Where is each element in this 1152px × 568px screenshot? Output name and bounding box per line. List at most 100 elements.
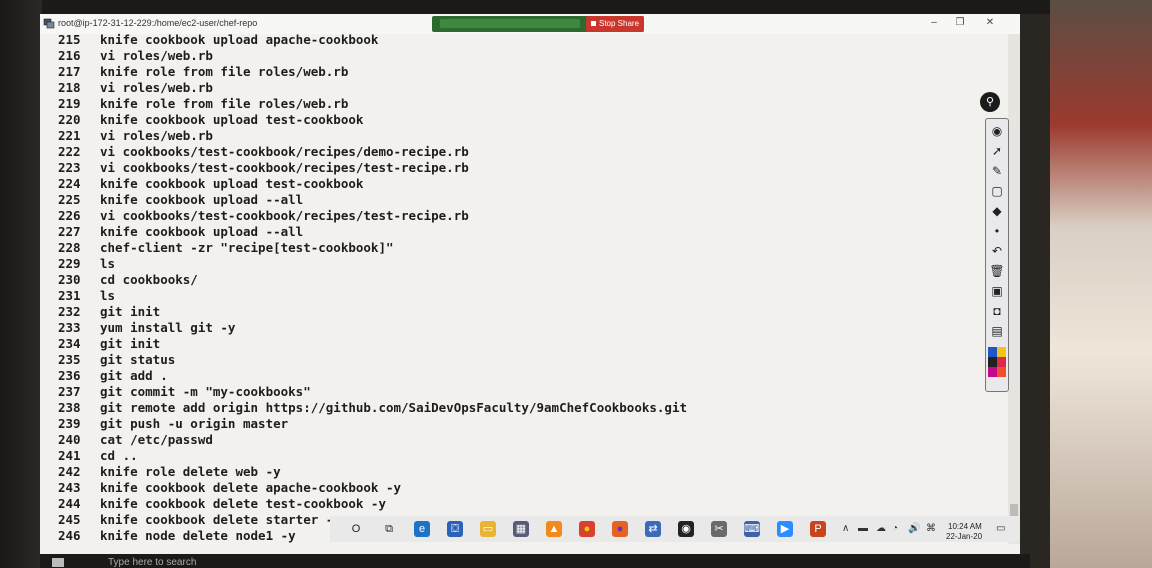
terminal-line: 217 knife role from file roles/web.rb [58,64,348,80]
background-room [1050,0,1152,568]
terminal-line: 246 knife node delete node1 -y [58,528,296,544]
cloud-tray-icon[interactable]: ☁ [876,523,886,534]
color-swatch[interactable] [988,357,997,367]
calculator-icon[interactable]: ▦ [513,521,529,537]
task-view-icon[interactable]: ⧉ [381,521,397,537]
firefox-icon[interactable]: ● [612,521,628,537]
putty-icon[interactable]: ⌨ [744,521,760,537]
wifi-icon[interactable]: ◔ [892,523,898,534]
restore-button[interactable]: ❐ [952,17,968,28]
store-icon[interactable]: ⛋ [447,521,463,537]
pen-icon[interactable]: ✎ [989,163,1005,179]
undo-icon[interactable]: ↶ [989,243,1005,259]
remote-desktop-icon[interactable]: ⇄ [645,521,661,537]
history-number: 245 [58,512,81,527]
snip-icon[interactable]: ✂ [711,521,727,537]
annotation-pin-icon[interactable]: ⚲ [980,92,1000,112]
history-number: 231 [58,288,81,303]
vlc-icon[interactable]: ▲ [546,521,562,537]
eye-icon[interactable]: ◉ [989,123,1005,139]
monitor-left-bezel [0,0,42,568]
file-explorer-icon[interactable]: ▭ [480,521,496,537]
terminal-line: 234 git init [58,336,160,352]
color-swatch[interactable] [997,347,1006,357]
pointer-icon[interactable]: ➚ [989,143,1005,159]
history-number: 218 [58,80,81,95]
terminal-line: 235 git status [58,352,175,368]
clock-date[interactable]: 22-Jan-20 [946,532,982,541]
history-command: git commit -m "my-cookbooks" [100,384,311,399]
history-number: 238 [58,400,81,415]
terminal-line: 241 cd .. [58,448,138,464]
maps-icon[interactable]: ◉ [678,521,694,537]
camera-icon[interactable]: ◘ [989,303,1005,319]
annotation-toolbar: ◉ ➚ ✎ ▢ ◆ • ↶ 🗑 ▣ ◘ ▤ [985,118,1009,392]
color-swatch[interactable] [988,347,997,357]
history-command: knife role from file roles/web.rb [100,64,349,79]
terminal-line: 220 knife cookbook upload test-cookbook [58,112,363,128]
terminal-line: 218 vi roles/web.rb [58,80,213,96]
terminal-line: 233 yum install git -y [58,320,235,336]
putty-window-icon[interactable] [43,17,55,29]
terminal-line: 224 knife cookbook upload test-cookbook [58,176,363,192]
shape-icon[interactable]: ▢ [989,183,1005,199]
windows-start-icon[interactable] [52,558,64,567]
color-swatch[interactable] [997,357,1006,367]
history-command: knife cookbook delete apache-cookbook -y [100,480,402,495]
chrome-icon[interactable]: ● [579,521,595,537]
history-number: 224 [58,176,81,191]
color-palette[interactable] [988,347,1006,387]
history-number: 225 [58,192,81,207]
terminal-output[interactable]: 215 knife cookbook upload apache-cookbook… [40,32,1008,554]
screen-share-bar[interactable]: Stop Share [432,16,644,32]
history-command: vi roles/web.rb [100,80,213,95]
color-swatch[interactable] [997,367,1006,377]
dot-icon[interactable]: • [989,223,1005,239]
volume-icon[interactable]: 🔊 [908,523,920,534]
stop-icon [590,21,596,27]
history-command: git init [100,336,161,351]
terminal-scrollbar[interactable] [1008,34,1020,544]
terminal-line: 237 git commit -m "my-cookbooks" [58,384,311,400]
taskbar-search-box[interactable]: Type here to search [108,557,196,568]
cortana-icon[interactable]: O [348,521,364,537]
clipboard-icon[interactable]: ▤ [989,323,1005,339]
trash-icon[interactable]: 🗑 [989,263,1005,279]
history-command: chef-client -zr "recipe[test-cookbook]" [100,240,394,255]
history-command: vi cookbooks/test-cookbook/recipes/test-… [100,160,469,175]
zoom-icon[interactable]: ▶ [777,521,793,537]
edge-icon[interactable]: e [414,521,430,537]
terminal-line: 226 vi cookbooks/test-cookbook/recipes/te… [58,208,469,224]
history-command: vi cookbooks/test-cookbook/recipes/test-… [100,208,469,223]
history-number: 242 [58,464,81,479]
eraser-icon[interactable]: ◆ [989,203,1005,219]
stamp-icon[interactable]: ▣ [989,283,1005,299]
terminal-line: 215 knife cookbook upload apache-cookbook [58,32,378,48]
history-command: knife cookbook upload test-cookbook [100,112,364,127]
stop-share-button[interactable]: Stop Share [586,16,644,32]
history-command: knife role from file roles/web.rb [100,96,349,111]
clock-time[interactable]: 10:24 AM [948,522,982,531]
terminal-line: 221 vi roles/web.rb [58,128,213,144]
history-number: 226 [58,208,81,223]
notification-icon[interactable]: ▭ [996,523,1005,534]
terminal-line: 222 vi cookbooks/test-cookbook/recipes/de… [58,144,469,160]
terminal-line: 223 vi cookbooks/test-cookbook/recipes/te… [58,160,469,176]
network-tray-icon[interactable]: ▬ [858,523,868,534]
terminal-line: 228 chef-client -zr "recipe[test-cookbook… [58,240,394,256]
history-number: 233 [58,320,81,335]
close-button[interactable]: ✕ [982,17,998,28]
powerpoint-icon[interactable]: P [810,521,826,537]
history-number: 222 [58,144,81,159]
language-icon[interactable]: ⌘ [926,523,936,534]
history-command: yum install git -y [100,320,236,335]
chevron-up-icon[interactable]: ∧ [842,523,849,534]
history-command: git add . [100,368,168,383]
minimize-button[interactable]: – [926,17,942,28]
history-command: git status [100,352,176,367]
history-number: 240 [58,432,81,447]
terminal-line: 243 knife cookbook delete apache-cookbook… [58,480,401,496]
window-title: root@ip-172-31-12-229:/home/ec2-user/che… [58,18,258,28]
color-swatch[interactable] [988,367,997,377]
history-number: 246 [58,528,81,543]
